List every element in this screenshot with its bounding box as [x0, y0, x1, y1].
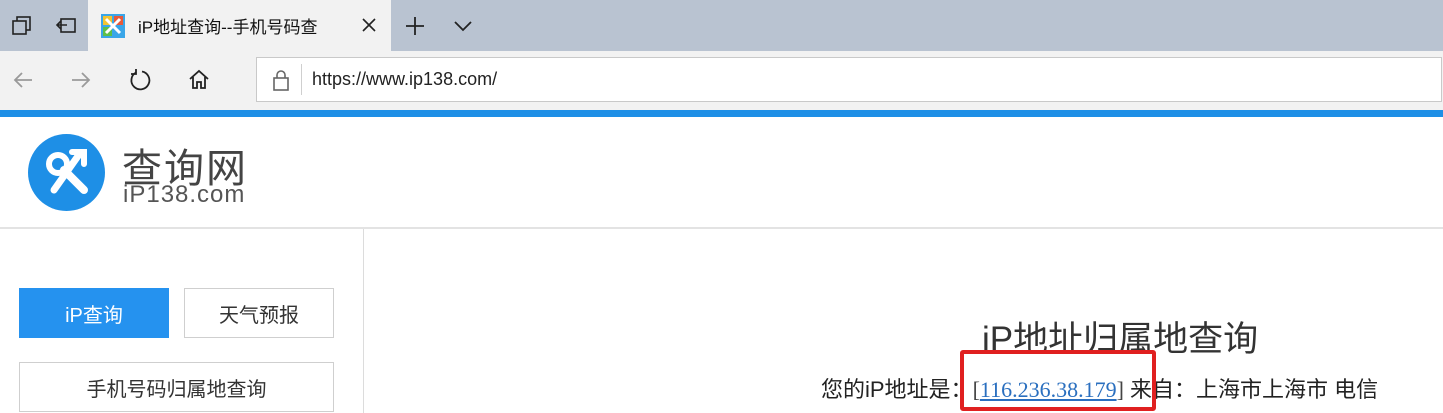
- tools-favicon-icon: [101, 13, 125, 38]
- chevron-down-icon: [454, 20, 472, 31]
- set-aside-icon: [55, 17, 76, 33]
- close-icon: [362, 18, 376, 32]
- ip-location-text: 来自：上海市上海市 电信: [1123, 377, 1379, 402]
- sidebar: iP查询 天气预报 手机号码归属地查询: [0, 229, 364, 413]
- plus-icon: [406, 16, 424, 35]
- forward-button[interactable]: [58, 58, 104, 102]
- active-tab[interactable]: iP地址查询--手机号码查: [88, 0, 391, 51]
- ip-prefix-text: 您的iP地址是：: [821, 377, 973, 402]
- tab-actions-button[interactable]: [441, 0, 485, 51]
- site-logo-subtitle[interactable]: iP138.com: [123, 181, 245, 209]
- refresh-button[interactable]: [117, 58, 163, 102]
- back-button[interactable]: [0, 58, 46, 102]
- arrow-left-icon: [13, 72, 32, 88]
- navigation-bar: https://www.ip138.com/: [0, 51, 1443, 110]
- tab-close-button[interactable]: [359, 15, 379, 35]
- sidebar-item-label: 手机号码归属地查询: [86, 378, 267, 401]
- sidebar-item-weather[interactable]: 天气预报: [184, 288, 334, 338]
- site-header: 查询网 iP138.com: [0, 117, 1443, 229]
- arrow-right-icon: [72, 72, 91, 88]
- address-bar[interactable]: https://www.ip138.com/: [256, 57, 1442, 102]
- sidebar-item-label: iP查询: [65, 304, 123, 327]
- refresh-icon: [130, 69, 151, 91]
- tab-strip: iP地址查询--手机号码查: [0, 0, 1443, 51]
- address-url[interactable]: https://www.ip138.com/: [312, 69, 497, 90]
- highlight-annotation-box: [960, 350, 1156, 411]
- set-aside-tabs-button[interactable]: [44, 0, 88, 51]
- new-tab-button[interactable]: [393, 0, 437, 51]
- sidebar-item-phone-lookup[interactable]: 手机号码归属地查询: [19, 362, 334, 412]
- lock-icon[interactable]: [271, 69, 291, 91]
- tab-collection-button[interactable]: [0, 0, 44, 51]
- tab-title: iP地址查询--手机号码查: [138, 18, 318, 37]
- tab-collection-icon: [12, 15, 31, 35]
- tools-logo-icon[interactable]: [28, 134, 105, 211]
- address-divider: [301, 64, 302, 95]
- sidebar-item-ip-query[interactable]: iP查询: [19, 288, 169, 338]
- sidebar-item-label: 天气预报: [219, 304, 299, 327]
- home-icon: [189, 69, 209, 89]
- site-top-bar: [0, 110, 1443, 117]
- home-button[interactable]: [176, 58, 222, 102]
